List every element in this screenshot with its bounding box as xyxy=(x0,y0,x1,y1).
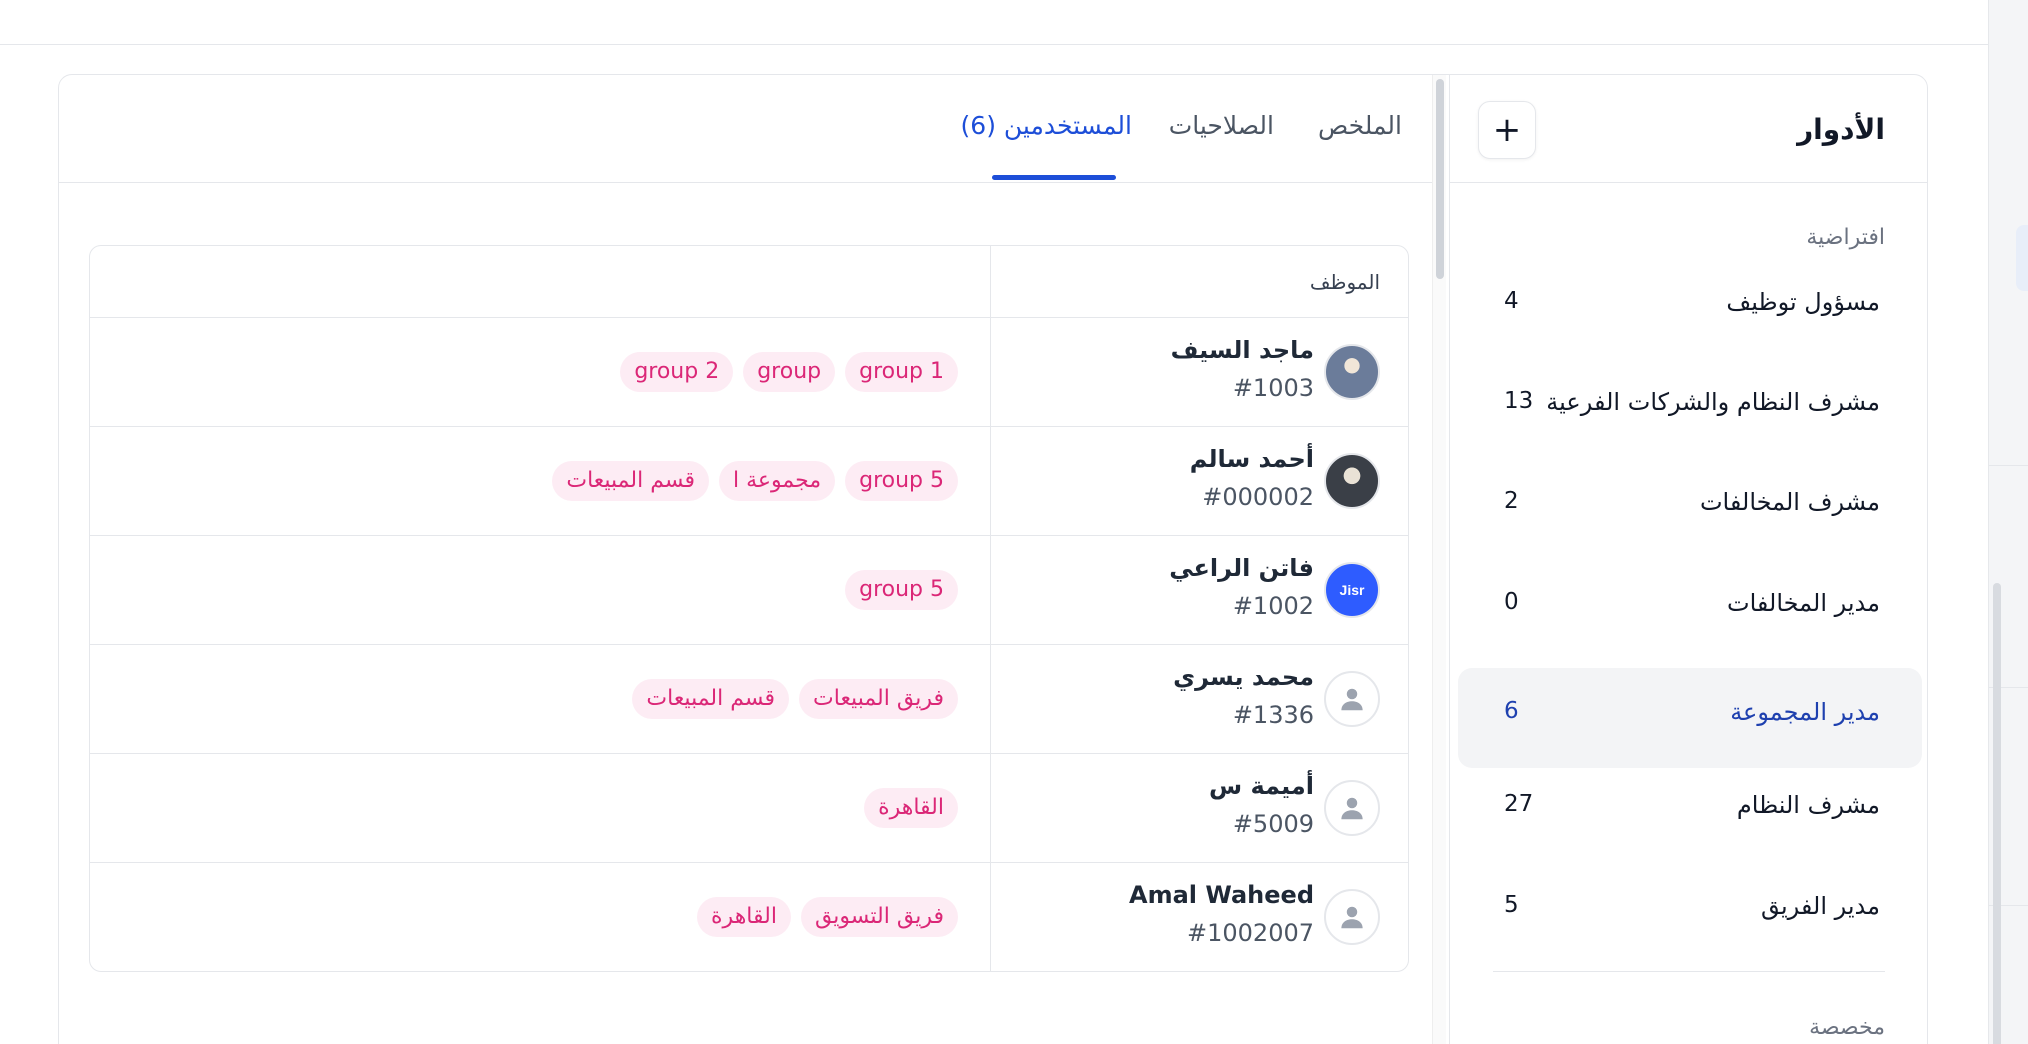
table-row[interactable]: محمد يسري #1336 فريق المبيعات قسم المبيع… xyxy=(90,645,1408,754)
roles-divider xyxy=(1493,971,1885,972)
rail-divider xyxy=(1989,465,2028,466)
role-name: مسؤول توظيف xyxy=(1726,288,1880,316)
group-tag: مجموعة ا xyxy=(719,461,836,501)
tab-users[interactable]: المستخدمين (6) xyxy=(961,111,1132,140)
role-name: مشرف المخالفات xyxy=(1699,488,1880,516)
role-count: 6 xyxy=(1504,698,1519,724)
tab-summary[interactable]: الملخص xyxy=(1318,111,1402,140)
roles-header: الأدوار + xyxy=(1450,75,1927,183)
rail-selected-indicator xyxy=(2016,225,2028,291)
employee-name: ماجد السيف xyxy=(1170,336,1314,364)
role-item[interactable]: مسؤول توظيف 4 xyxy=(1458,256,1922,356)
avatar xyxy=(1324,453,1380,509)
group-tags: فريق التسويق القاهرة xyxy=(697,897,958,937)
employee-name: محمد يسري xyxy=(1173,663,1314,691)
role-item[interactable]: مشرف النظام والشركات الفرعية 13 xyxy=(1458,356,1922,456)
right-rail xyxy=(1988,0,2028,1044)
brand-avatar-text: Jisr xyxy=(1339,582,1365,598)
table-row[interactable]: أميمة س #5009 القاهرة xyxy=(90,754,1408,863)
employee-id: #000002 xyxy=(1202,483,1314,511)
group-tags: group 5 xyxy=(845,570,958,610)
top-bar xyxy=(0,0,1988,45)
group-tag: group xyxy=(743,352,836,392)
default-user-icon xyxy=(1324,671,1380,727)
employee-name: Amal Waheed xyxy=(1129,881,1314,909)
role-item-active[interactable]: مدير المجموعة 6 xyxy=(1458,668,1922,768)
active-tab-indicator xyxy=(992,175,1116,180)
group-tag: القاهرة xyxy=(864,788,958,828)
add-role-button[interactable]: + xyxy=(1478,101,1536,159)
content-scrollbar-thumb[interactable] xyxy=(1436,79,1444,279)
group-tags: group 5 مجموعة ا قسم المبيعات xyxy=(552,461,958,501)
employee-name: أحمد سالم xyxy=(1189,445,1314,473)
roles-card: الأدوار + افتراضية مسؤول توظيف 4 مشرف ال… xyxy=(58,74,1928,1044)
role-count: 4 xyxy=(1504,288,1519,314)
group-tag: group 5 xyxy=(845,461,958,501)
users-table: الموظف ماجد السيف #1003 group 1 group gr… xyxy=(89,245,1409,972)
role-item[interactable]: مشرف المخالفات 2 xyxy=(1458,456,1922,556)
group-tags: القاهرة xyxy=(864,788,958,828)
employee-id: #1002 xyxy=(1232,592,1314,620)
role-name: مشرف النظام xyxy=(1736,791,1880,819)
page-scrollbar-thumb[interactable] xyxy=(1993,583,2001,1044)
role-name: مشرف النظام والشركات الفرعية xyxy=(1546,388,1880,416)
employee-id: #1002007 xyxy=(1187,919,1314,947)
group-tag: فريق التسويق xyxy=(800,897,958,937)
role-count: 13 xyxy=(1504,388,1534,414)
role-count: 27 xyxy=(1504,791,1534,817)
employee-name: أميمة س xyxy=(1209,772,1314,800)
role-name: مدير الفريق xyxy=(1760,892,1880,920)
group-tags: group 1 group group 2 xyxy=(620,352,958,392)
group-tag: group 5 xyxy=(845,570,958,610)
plus-icon: + xyxy=(1492,110,1522,150)
group-custom-label: مخصصة xyxy=(1809,1015,1885,1040)
group-tag: group 1 xyxy=(845,352,958,392)
roles-panel: الأدوار + افتراضية مسؤول توظيف 4 مشرف ال… xyxy=(1449,75,1927,1044)
group-default-label: افتراضية xyxy=(1806,225,1885,250)
table-header: الموظف xyxy=(90,246,1408,318)
employee-column-header: الموظف xyxy=(1309,270,1380,294)
default-user-icon xyxy=(1324,889,1380,945)
employee-id: #5009 xyxy=(1232,810,1314,838)
table-row[interactable]: Jisr فاتن الراعي #1002 group 5 xyxy=(90,536,1408,645)
role-item[interactable]: مدير الفريق 5 xyxy=(1458,860,1922,960)
role-count: 2 xyxy=(1504,488,1519,514)
role-name: مدير المجموعة xyxy=(1730,698,1880,726)
content-scrollbar[interactable] xyxy=(1432,75,1446,1044)
employee-id: #1003 xyxy=(1232,374,1314,402)
group-tag: group 2 xyxy=(620,352,734,392)
group-tag: القاهرة xyxy=(697,897,791,937)
roles-title: الأدوار xyxy=(1797,113,1885,146)
group-tag: فريق المبيعات xyxy=(799,679,958,719)
avatar xyxy=(1324,344,1380,400)
group-tags: فريق المبيعات قسم المبيعات xyxy=(632,679,958,719)
role-count: 0 xyxy=(1504,589,1519,615)
role-count: 5 xyxy=(1504,892,1519,918)
group-tag: قسم المبيعات xyxy=(552,461,709,501)
default-user-icon xyxy=(1324,780,1380,836)
table-row[interactable]: أحمد سالم #000002 group 5 مجموعة ا قسم ا… xyxy=(90,427,1408,536)
group-tag: قسم المبيعات xyxy=(632,679,790,719)
table-row[interactable]: ماجد السيف #1003 group 1 group group 2 xyxy=(90,318,1408,427)
table-row[interactable]: Amal Waheed #1002007 فريق التسويق القاهر… xyxy=(90,863,1408,971)
brand-avatar: Jisr xyxy=(1324,562,1380,618)
role-item[interactable]: مدير المخالفات 0 xyxy=(1458,557,1922,657)
employee-name: فاتن الراعي xyxy=(1169,554,1314,582)
tabs-bar: الملخص الصلاحيات المستخدمين (6) xyxy=(59,75,1432,183)
role-name: مدير المخالفات xyxy=(1726,589,1880,617)
role-item[interactable]: مشرف النظام 27 xyxy=(1458,759,1922,859)
tab-permissions[interactable]: الصلاحيات xyxy=(1169,111,1274,140)
employee-id: #1336 xyxy=(1232,701,1314,729)
